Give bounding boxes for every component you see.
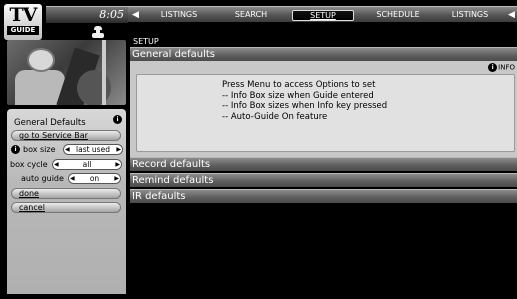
- logo-tv-text: TV: [9, 4, 38, 26]
- tab-setup[interactable]: SETUP: [292, 10, 354, 21]
- empty-content-area: [130, 205, 517, 299]
- cancel-button[interactable]: cancel: [11, 202, 121, 213]
- box-size-selector[interactable]: ◀ last used ▶: [63, 144, 123, 155]
- done-button[interactable]: done: [11, 188, 121, 199]
- breadcrumb: SETUP: [133, 37, 159, 46]
- auto-guide-left-arrow-icon[interactable]: ◀: [70, 173, 75, 184]
- general-defaults-panel: General Defaults i go to Service Bar i b…: [7, 109, 126, 294]
- general-defaults-header[interactable]: General defaults: [130, 47, 517, 61]
- box-cycle-left-arrow-icon[interactable]: ◀: [54, 159, 59, 170]
- video-preview: [7, 40, 126, 105]
- message-line: -- Auto-Guide On feature: [222, 111, 328, 122]
- box-size-row: i box size ◀ last used ▶: [7, 144, 126, 155]
- ir-defaults-header[interactable]: IR defaults: [130, 189, 517, 203]
- general-defaults-body: i INFO Press Menu to access Options to se…: [130, 61, 517, 157]
- box-cycle-row: box cycle ◀ all ▶: [7, 159, 126, 170]
- info-message-box: Press Menu to access Options to set -- I…: [136, 74, 515, 152]
- phone-icon: [90, 26, 106, 38]
- box-cycle-selector[interactable]: ◀ all ▶: [52, 159, 122, 170]
- clock: 8:05: [46, 7, 128, 23]
- info-icon: i: [113, 115, 122, 124]
- tab-schedule[interactable]: SCHEDULE: [366, 7, 430, 23]
- tv-guide-logo: TV GUIDE: [4, 4, 42, 40]
- logo-guide-text: GUIDE: [7, 26, 39, 35]
- auto-guide-right-arrow-icon[interactable]: ▶: [114, 173, 119, 184]
- info-tag-label: INFO: [498, 63, 515, 72]
- box-size-left-arrow-icon[interactable]: ◀: [65, 144, 70, 155]
- remind-defaults-header[interactable]: Remind defaults: [130, 173, 517, 187]
- message-line: -- Info Box sizes when Info key pressed: [222, 101, 388, 111]
- auto-guide-value: on: [89, 174, 100, 183]
- tab-listings[interactable]: LISTINGS: [150, 7, 208, 23]
- box-size-label: box size: [23, 145, 56, 154]
- box-size-value: last used: [76, 145, 110, 154]
- info-tag-icon: i: [488, 63, 498, 72]
- panel-title: General Defaults: [14, 118, 86, 128]
- box-size-right-arrow-icon[interactable]: ▶: [116, 144, 121, 155]
- tab-search[interactable]: SEARCH: [222, 7, 280, 23]
- nav-left-arrow-icon[interactable]: ◀: [132, 7, 139, 23]
- record-defaults-header[interactable]: Record defaults: [130, 157, 517, 171]
- go-to-service-bar-button[interactable]: go to Service Bar: [11, 130, 121, 141]
- tab-listings-2[interactable]: LISTINGS: [440, 7, 500, 23]
- nav-right-arrow-icon[interactable]: ◀: [508, 7, 515, 23]
- box-cycle-label: box cycle: [10, 160, 48, 169]
- box-cycle-value: all: [82, 160, 92, 169]
- info-tag: i INFO: [488, 63, 515, 72]
- auto-guide-selector[interactable]: ◀ on ▶: [68, 173, 121, 184]
- box-cycle-right-arrow-icon[interactable]: ▶: [115, 159, 120, 170]
- auto-guide-row: auto guide ◀ on ▶: [7, 173, 126, 184]
- auto-guide-label: auto guide: [21, 174, 64, 183]
- message-line: Press Menu to access Options to set: [222, 80, 376, 90]
- top-nav-bar: 8:05 ◀ LISTINGS SEARCH SETUP SCHEDULE LI…: [46, 6, 517, 23]
- box-size-info-icon: i: [11, 145, 20, 154]
- message-line: -- Info Box size when Guide entered: [222, 90, 374, 101]
